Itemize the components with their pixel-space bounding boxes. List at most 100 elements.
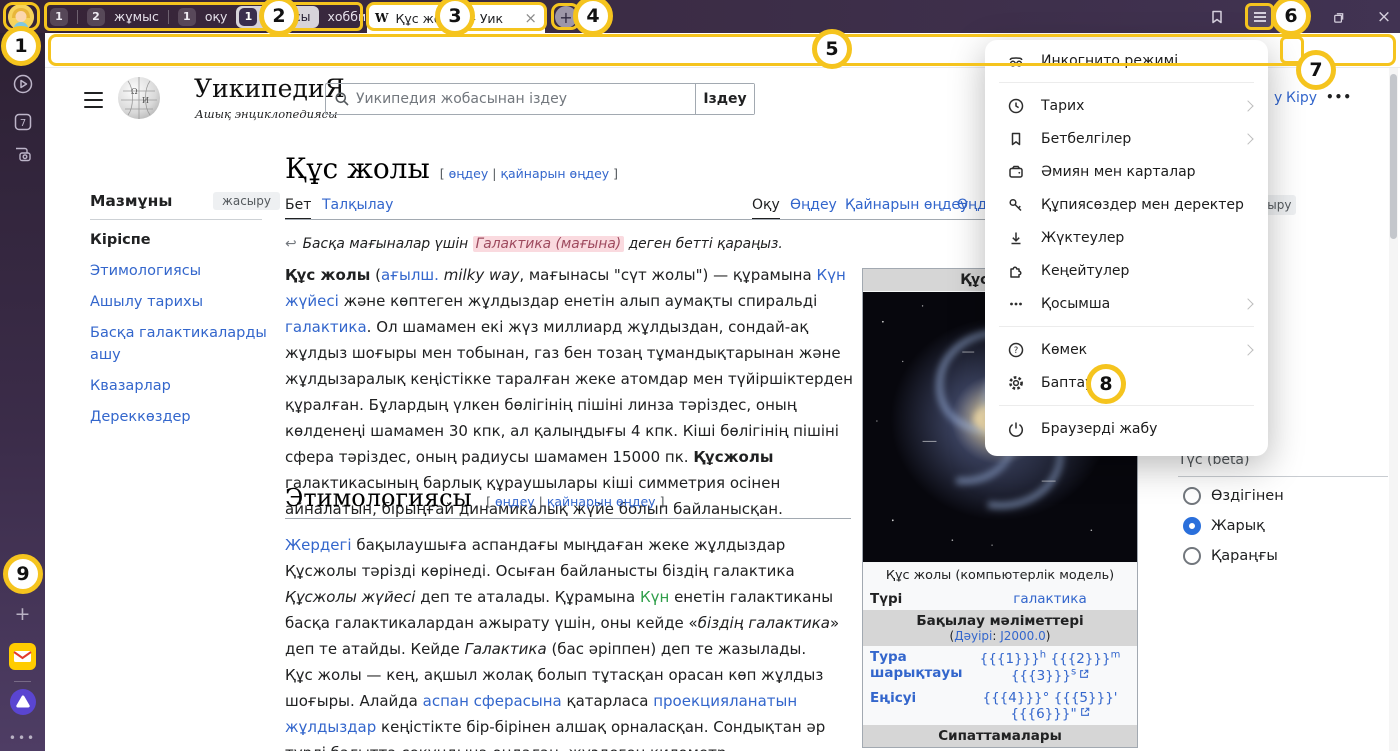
header-more-button[interactable]: ••• xyxy=(1326,90,1352,104)
radio-auto[interactable] xyxy=(1183,487,1201,505)
wikipedia-tagline: Ашық энциклопедиясы xyxy=(195,107,337,121)
infobox-type-value[interactable]: галактика xyxy=(963,588,1137,610)
tab-group-hobby-label[interactable]: хобби xyxy=(328,9,367,24)
wiki-menu-button[interactable] xyxy=(84,92,103,112)
wiki-search-box: Іздеу xyxy=(325,83,755,115)
sidebar-divider xyxy=(14,681,31,682)
tab-group-1-count[interactable]: 1 xyxy=(50,8,68,26)
menu-item-history[interactable]: Тарих xyxy=(985,89,1268,122)
menu-item-close-browser[interactable]: Браузерді жабу xyxy=(985,412,1268,445)
toc-item-etymology[interactable]: Этимологиясы xyxy=(90,260,280,282)
tab-close-icon[interactable]: × xyxy=(524,11,537,26)
side-panel-button[interactable] xyxy=(1204,4,1230,30)
external-link-icon[interactable] xyxy=(1079,669,1089,679)
browser-menu-button[interactable] xyxy=(1246,4,1273,30)
infobox-ra-label[interactable]: Тура шарықтауы xyxy=(863,646,963,684)
svg-text:Ω: Ω xyxy=(131,87,138,96)
chevron-right-icon xyxy=(1242,100,1253,111)
sidebar-add-button[interactable]: + xyxy=(0,603,45,625)
tab-read[interactable]: Оқу xyxy=(752,197,780,220)
tab-talk[interactable]: Талқылау xyxy=(322,197,393,213)
wikipedia-wordmark[interactable]: УикипедиЯ xyxy=(194,74,345,103)
tab-edit[interactable]: Өңдеу xyxy=(790,197,837,213)
tab-group-work-count[interactable]: 2 xyxy=(87,8,105,26)
media-play-button[interactable] xyxy=(0,73,45,95)
menu-item-more[interactable]: Қосымша xyxy=(985,287,1268,320)
wikipedia-globe-icon: Ω И xyxy=(117,76,161,120)
annotation-8: 8 xyxy=(1086,364,1126,404)
section-heading-block: Этимологиясы [ өңдеу | қайнарын өңдеу ] xyxy=(285,484,851,519)
ellipsis-icon xyxy=(1007,295,1025,313)
infobox-row-ra: Тура шарықтауы {{{1}}}h {{{2}}}m {{{3}}}… xyxy=(863,646,1137,687)
download-icon xyxy=(1007,229,1025,247)
article-paragraph-3: Құс жолы — кең, ақшыл жолақ болып тұтасқ… xyxy=(285,662,855,751)
section-edit-links[interactable]: [ өңдеу | қайнарын өңдеу ] xyxy=(486,494,664,509)
wikipedia-logo[interactable]: Ω И xyxy=(117,76,161,120)
infobox-caption: Құс жолы (компьютерлік модель) xyxy=(863,563,1137,588)
gear-icon xyxy=(1007,374,1025,392)
tab-edit-source[interactable]: Қайнарын өңдеу xyxy=(845,197,968,213)
wiki-search-input[interactable] xyxy=(350,91,695,107)
hamburger-menu-icon xyxy=(1252,9,1268,25)
menu-item-bookmarks[interactable]: Бетбелгілер xyxy=(985,122,1268,155)
tab-counter-button[interactable]: 7 xyxy=(0,111,45,133)
mail-icon xyxy=(9,643,36,670)
yandex-mail-button[interactable] xyxy=(0,643,45,670)
login-link[interactable]: Кіру xyxy=(1286,90,1317,106)
close-window-button[interactable]: × xyxy=(1371,4,1397,30)
menu-item-wallet[interactable]: Әмиян мен карталар xyxy=(985,155,1268,188)
radio-dark[interactable] xyxy=(1183,547,1201,565)
toc-item-intro[interactable]: Кіріспе xyxy=(90,229,280,251)
tab-group-study-label[interactable]: оқу xyxy=(205,9,228,24)
tab-group-family-count: 1 xyxy=(239,8,257,26)
annotation-9: 9 xyxy=(3,554,43,594)
external-link-icon[interactable] xyxy=(1080,707,1090,717)
sidebar-more-button[interactable]: ••• xyxy=(0,731,45,745)
svg-text:7: 7 xyxy=(19,118,25,129)
bookmarks-icon xyxy=(1007,130,1025,148)
infobox-dec-label[interactable]: Еңісуі xyxy=(863,687,963,709)
color-option-light[interactable]: Жарық xyxy=(1183,517,1265,535)
tab-group-divider xyxy=(77,10,78,24)
tab-page[interactable]: Бет xyxy=(285,197,311,220)
menu-item-passwords[interactable]: Құпиясөздер мен деректер xyxy=(985,188,1268,221)
infobox-dec-value: {{{4}}}° {{{5}}}' {{{6}}}" xyxy=(963,687,1137,725)
puzzle-icon xyxy=(1007,262,1025,280)
alice-assistant-button[interactable] xyxy=(0,689,45,715)
tab-group-work-label[interactable]: жұмыс xyxy=(114,9,159,24)
hatnote-redirect-icon: ↪ xyxy=(285,236,297,252)
browser-side-panel: 7 + ••• xyxy=(0,33,45,751)
toc-item-quasars[interactable]: Квазарлар xyxy=(90,375,280,397)
toc-item-discovery[interactable]: Ашылу тарихы xyxy=(90,291,280,313)
browser-menu-dropdown: Инкогнито режимі Тарих Бетбелгілер Әмиян… xyxy=(985,40,1268,456)
menu-item-incognito[interactable]: Инкогнито режимі xyxy=(985,46,1268,76)
tab-group-study-count[interactable]: 1 xyxy=(178,8,196,26)
menu-item-downloads[interactable]: Жүктеулер xyxy=(985,221,1268,254)
screenshot-button[interactable] xyxy=(0,143,45,165)
toc-hide-button[interactable]: жасыру xyxy=(213,192,280,210)
color-option-auto[interactable]: Өздігінен xyxy=(1183,487,1284,505)
restore-window-button[interactable] xyxy=(1325,4,1351,30)
toc-item-other-galaxies[interactable]: Басқа галактикаларды ашу xyxy=(90,322,280,366)
tab-counter-icon: 7 xyxy=(12,111,34,133)
wiki-search-button[interactable]: Іздеу xyxy=(695,84,754,114)
play-icon xyxy=(12,73,34,95)
menu-item-settings[interactable]: Баптаулар xyxy=(985,366,1268,399)
toc-title: Мазмұны xyxy=(90,192,172,210)
radio-light-selected[interactable] xyxy=(1183,517,1201,535)
key-icon xyxy=(1007,196,1025,214)
appearance-divider xyxy=(1178,476,1388,477)
tab-groups: 1 2 жұмыс 1 оқу 1 отбасы хобби xyxy=(50,5,384,28)
alice-icon xyxy=(10,689,36,715)
menu-item-help[interactable]: ? Көмек xyxy=(985,333,1268,366)
wallet-icon xyxy=(1007,163,1025,181)
restore-window-icon xyxy=(1331,10,1346,25)
color-option-dark[interactable]: Қараңғы xyxy=(1183,547,1278,565)
infobox-observation-header: Бақылау мәліметтері (Дәуірі: J2000.0) xyxy=(863,610,1137,646)
article-edit-links[interactable]: [ өңдеу | қайнарын өңдеу ] xyxy=(440,166,618,181)
chevron-right-icon xyxy=(1242,133,1253,144)
tab-more-cut[interactable]: Өңд xyxy=(957,197,987,213)
menu-item-extensions[interactable]: Кеңейтулер xyxy=(985,254,1268,287)
toc-item-sources[interactable]: Дереккөздер xyxy=(90,406,280,428)
page-scrollbar-thumb[interactable] xyxy=(1390,74,1397,239)
